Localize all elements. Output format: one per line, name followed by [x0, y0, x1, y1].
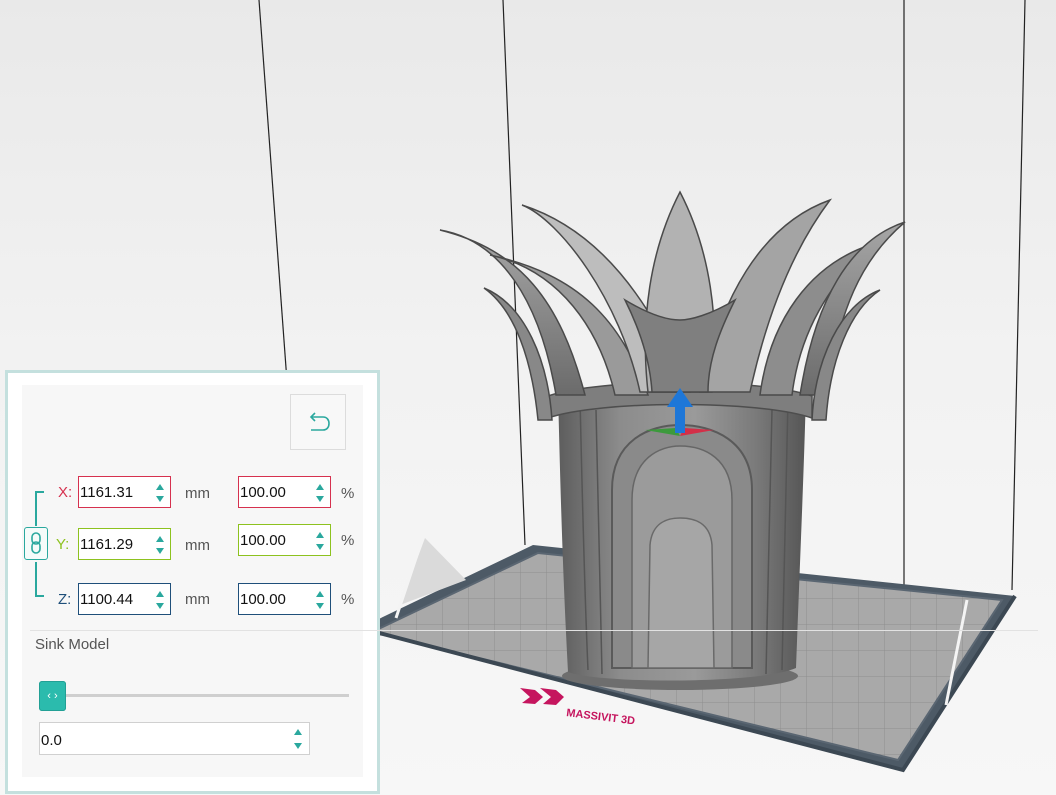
spin-down-icon[interactable] [316, 544, 324, 550]
sink-value-input[interactable]: 0.0 [39, 722, 310, 755]
link-icon [31, 532, 41, 554]
percent-y-value: 100.00 [240, 532, 286, 549]
spin-up-icon[interactable] [316, 532, 324, 538]
percent-y-input[interactable]: 100.00 [238, 524, 331, 556]
axis-label-x: X: [58, 484, 73, 501]
unit-pct-y: % [341, 532, 355, 549]
unit-pct-x: % [341, 485, 355, 502]
spin-down-icon[interactable] [156, 603, 164, 609]
divider [30, 630, 1038, 631]
spin-up-icon[interactable] [294, 729, 302, 735]
svg-text:MASSIVIT 3D: MASSIVIT 3D [566, 707, 636, 727]
unit-mm-x: mm [185, 485, 210, 502]
spin-up-icon[interactable] [156, 536, 164, 542]
unit-mm-z: mm [185, 591, 210, 608]
reset-scale-button[interactable] [290, 394, 346, 450]
spin-up-icon[interactable] [156, 591, 164, 597]
unit-pct-z: % [341, 591, 355, 608]
lock-proportions-button[interactable] [24, 527, 48, 560]
size-y-input[interactable]: 1161.29 [78, 528, 171, 560]
size-y-value: 1161.29 [80, 536, 134, 553]
sink-slider-track[interactable] [50, 694, 349, 697]
sink-model-label: Sink Model [35, 636, 110, 653]
size-x-value: 1161.31 [80, 484, 134, 501]
sink-value: 0.0 [41, 732, 62, 749]
spin-up-icon[interactable] [316, 591, 324, 597]
spin-down-icon[interactable] [294, 743, 302, 749]
axis-label-y: Y: [56, 536, 70, 553]
percent-z-value: 100.00 [240, 591, 286, 608]
size-z-input[interactable]: 1100.44 [78, 583, 171, 615]
axis-label-z: Z: [58, 591, 72, 608]
percent-z-input[interactable]: 100.00 [238, 583, 331, 615]
spin-up-icon[interactable] [316, 484, 324, 490]
spin-down-icon[interactable] [156, 548, 164, 554]
percent-x-value: 100.00 [240, 484, 286, 501]
slider-arrows-icon: ‹ › [47, 690, 58, 702]
sink-slider-handle[interactable]: ‹ › [39, 681, 66, 711]
spin-up-icon[interactable] [156, 484, 164, 490]
reset-icon [309, 412, 330, 431]
size-x-input[interactable]: 1161.31 [78, 476, 171, 508]
size-z-value: 1100.44 [80, 591, 134, 608]
spin-down-icon[interactable] [316, 603, 324, 609]
spin-down-icon[interactable] [316, 496, 324, 502]
unit-mm-y: mm [185, 537, 210, 554]
spin-down-icon[interactable] [156, 496, 164, 502]
percent-x-input[interactable]: 100.00 [238, 476, 331, 508]
